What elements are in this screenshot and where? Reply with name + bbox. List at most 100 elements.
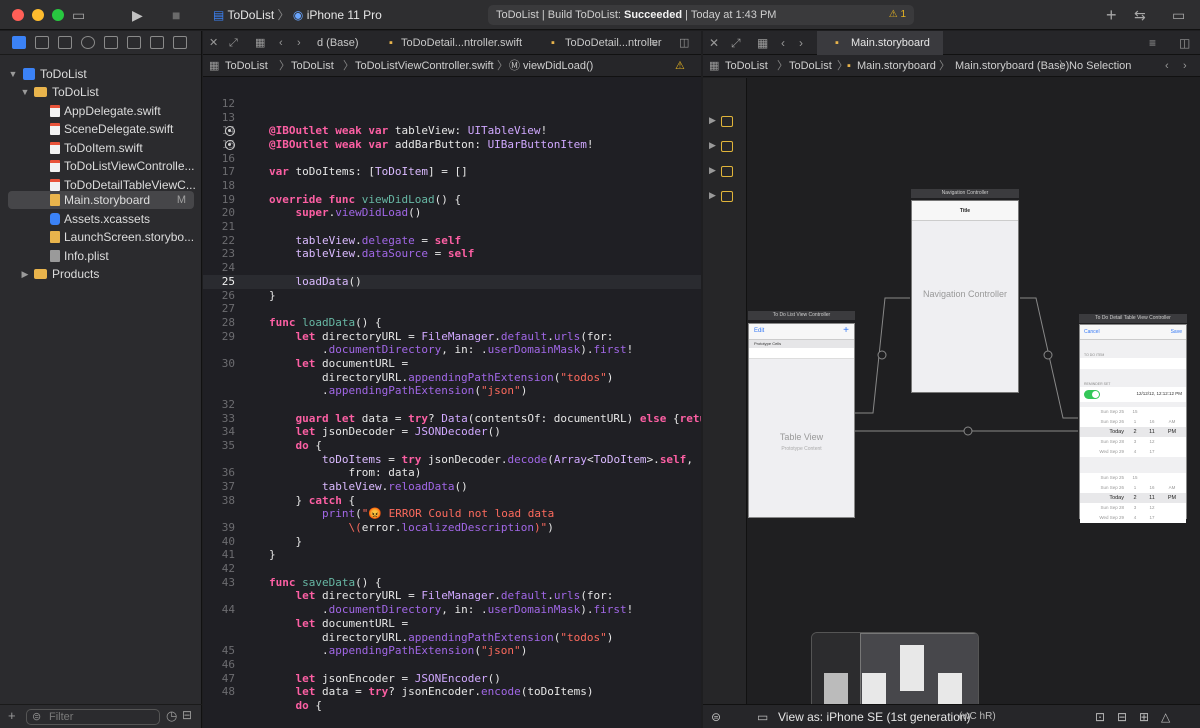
outlet-connection-icon[interactable] — [225, 140, 235, 151]
resolve-issues-icon[interactable]: △ — [1161, 705, 1170, 728]
code-line[interactable]: 20 super.viewDidLoad() — [203, 206, 701, 220]
code-line[interactable]: 29 let directoryURL = FileManager.defaul… — [203, 330, 701, 344]
code-line[interactable]: print("😡 ERROR Could not load data — [203, 507, 701, 521]
code-line[interactable]: 47 let jsonEncoder = JSONEncoder() — [203, 672, 701, 686]
tree-item-file[interactable]: ToDoItem.swift — [0, 139, 202, 157]
issue-navigator-tab[interactable] — [104, 36, 118, 49]
tab-detail-controller[interactable]: ToDoDetail...ntroller.swift — [401, 31, 522, 55]
align-icon[interactable]: ⊟ — [1117, 705, 1127, 728]
code-line[interactable]: 23 tableView.dataSource = self — [203, 247, 701, 261]
tree-item-file[interactable]: LaunchScreen.storybo... — [0, 228, 202, 246]
nav-scene-title[interactable]: Navigation Controller — [911, 189, 1019, 198]
update-frames-icon[interactable]: ⊡ — [1095, 705, 1105, 728]
code-line[interactable]: do { — [203, 699, 701, 713]
split-editor-icon[interactable]: ◫ — [1179, 31, 1190, 55]
jump-bar-item[interactable]: ToDoList — [225, 55, 268, 77]
code-line[interactable]: 27 — [203, 302, 701, 316]
grid-icon[interactable]: ▦ — [709, 55, 719, 77]
editor-menu-icon[interactable]: ✕ — [209, 31, 218, 55]
tab-detail-controller-2[interactable]: ToDoDetail...ntroller — [565, 31, 662, 55]
stop-button[interactable]: ■ — [172, 0, 180, 30]
code-line[interactable]: directoryURL.appendingPathExtension("tod… — [203, 631, 701, 645]
expand-icon[interactable]: ⤢ — [229, 31, 238, 55]
code-line[interactable]: 44 .documentDirectory, in: .userDomainMa… — [203, 603, 701, 617]
recent-files-icon[interactable]: ◷ — [166, 708, 177, 724]
code-line[interactable]: 13 — [203, 111, 701, 125]
test-navigator-tab[interactable] — [127, 36, 141, 49]
code-line[interactable]: 32 — [203, 398, 701, 412]
editor-menu-icon[interactable]: ✕ — [709, 31, 719, 55]
code-line[interactable]: directoryURL.appendingPathExtension("tod… — [203, 371, 701, 385]
code-line[interactable]: 12 — [203, 97, 701, 111]
scheme-device[interactable]: iPhone 11 Pro — [307, 8, 382, 22]
code-review-icon[interactable]: ⇆ — [1134, 0, 1146, 30]
split-editor-icon[interactable]: ◫ — [679, 31, 689, 55]
outline-scene-item[interactable]: ▶ — [709, 165, 739, 179]
related-items-icon[interactable]: ▦ — [255, 31, 265, 55]
scheme-selector[interactable]: ▤ ToDoList 〉 ◉ iPhone 11 Pro — [213, 0, 382, 30]
source-control-tab[interactable] — [35, 36, 49, 49]
tree-item-group[interactable]: ▼ ToDoList — [0, 83, 202, 101]
run-button[interactable]: ▶ — [132, 0, 143, 30]
jump-bar-item[interactable]: viewDidLoad() — [523, 55, 593, 77]
storyboard-canvas[interactable]: To Do List View Controller Edit + Protot… — [748, 78, 1200, 704]
code-line[interactable]: 43 func saveData() { — [203, 576, 701, 590]
jump-bar-item[interactable]: Main.storyboard — [857, 55, 936, 77]
edit-button[interactable]: Edit — [754, 328, 764, 334]
grid-icon[interactable]: ▦ — [209, 55, 219, 77]
inspector-toggle-icon[interactable]: ▭ — [1172, 0, 1185, 30]
code-line[interactable]: 42 — [203, 562, 701, 576]
code-line[interactable]: .documentDirectory, in: .userDomainMask)… — [203, 343, 701, 357]
tree-item-file[interactable]: ToDoListViewControlle... — [0, 157, 202, 175]
canvas-minimap[interactable] — [811, 632, 979, 704]
code-line[interactable]: 25 loadData() — [203, 274, 701, 289]
list-scene[interactable]: Edit + Prototype Cells Table View Protot… — [748, 323, 855, 518]
forward-icon[interactable]: › — [799, 31, 803, 55]
list-scene-title[interactable]: To Do List View Controller — [748, 311, 855, 320]
code-line[interactable]: let directoryURL = FileManager.default.u… — [203, 589, 701, 603]
code-line[interactable]: 22 tableView.delegate = self — [203, 234, 701, 248]
chevron-right-icon[interactable]: ▶ — [709, 115, 716, 126]
cancel-button[interactable]: Cancel — [1084, 329, 1100, 335]
code-line[interactable]: 45 .appendingPathExtension("json") — [203, 644, 701, 658]
outline-scene-item[interactable]: ▶ — [709, 190, 739, 204]
code-line[interactable]: 40 } — [203, 535, 701, 549]
source-code[interactable]: 12 13 14 @IBOutlet weak var tableView: UITa… — [203, 78, 701, 728]
date-picker[interactable]: Sun Sep 25 15 Sun Sep 26 1 16 AM Today 2 11 PM Sun… — [1080, 473, 1186, 523]
tree-item-file[interactable]: Assets.xcassets — [0, 210, 202, 228]
filter-input[interactable]: ⊜ Filter — [26, 709, 160, 725]
date-picker[interactable]: Sun Sep 25 15 Sun Sep 26 1 16 AM Today 2 11 PM Sun… — [1080, 407, 1186, 457]
tree-item-group[interactable]: ▶ Products — [0, 265, 202, 283]
jump-bar-item[interactable]: ToDoList — [725, 55, 768, 77]
add-constraints-icon[interactable]: ⊞ — [1139, 705, 1149, 728]
tree-item-file[interactable]: SceneDelegate.swift — [0, 120, 202, 138]
chevron-right-icon[interactable]: ▶ — [709, 190, 716, 201]
code-line[interactable]: 48 let data = try? jsonEncoder.encode(to… — [203, 685, 701, 699]
code-line[interactable]: 38 } catch { — [203, 494, 701, 508]
filter-icon[interactable]: ⊜ — [711, 705, 721, 728]
chevron-right-icon[interactable]: ▶ — [709, 165, 716, 176]
code-line[interactable]: 14 @IBOutlet weak var tableView: UITableV… — [203, 124, 701, 138]
outline-toggle-icon[interactable]: ▭ — [757, 705, 768, 728]
back-icon[interactable]: ‹ — [279, 31, 283, 55]
code-line[interactable]: toDoItems = try jsonDecoder.decode(Array… — [203, 453, 701, 467]
code-line[interactable]: 46 — [203, 658, 701, 672]
code-line[interactable]: 19 override func viewDidLoad() { — [203, 193, 701, 207]
tree-item-file[interactable]: Info.plist — [0, 247, 202, 265]
prototype-cell[interactable] — [749, 348, 854, 359]
source-control-filter-icon[interactable]: ⊟ — [182, 708, 192, 722]
disclosure-open-icon[interactable]: ▼ — [20, 83, 30, 101]
back-icon[interactable]: ‹ — [781, 31, 785, 55]
code-line[interactable]: 18 — [203, 179, 701, 193]
code-line[interactable]: 33 guard let data = try? Data(contentsOf… — [203, 412, 701, 426]
add-button[interactable]: + — [843, 325, 849, 336]
forward-icon[interactable]: › — [297, 31, 301, 55]
symbol-navigator-tab[interactable] — [58, 36, 72, 49]
warning-badge[interactable]: ⚠ 1 — [889, 5, 906, 25]
view-as-device[interactable]: View as: iPhone SE (1st generation) — [778, 705, 971, 728]
code-line[interactable]: 37 tableView.reloadData() — [203, 480, 701, 494]
to-do-item-field[interactable] — [1080, 358, 1186, 369]
code-line[interactable]: 35 do { — [203, 439, 701, 453]
detail-scene-title[interactable]: To Do Detail Table View Controller — [1079, 314, 1187, 323]
code-line[interactable]: 36 from: data) — [203, 466, 701, 480]
